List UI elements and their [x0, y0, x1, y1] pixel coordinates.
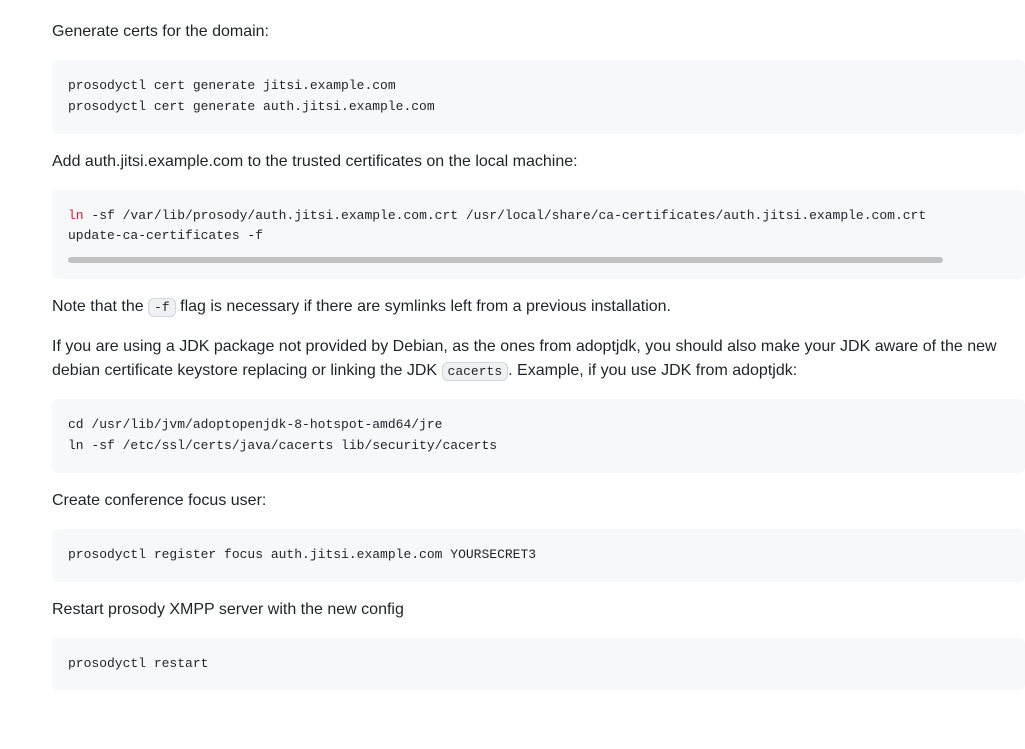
inline-code: cacerts: [442, 362, 509, 381]
code-block: prosodyctl cert generate jitsi.example.c…: [52, 60, 1025, 134]
code-content: prosodyctl cert generate jitsi.example.c…: [68, 76, 1009, 118]
inline-code: -f: [148, 298, 176, 317]
code-block: cd /usr/lib/jvm/adoptopenjdk-8-hotspot-a…: [52, 399, 1025, 473]
code-block: ln -sf /var/lib/prosody/auth.jitsi.examp…: [52, 190, 1025, 280]
paragraph: If you are using a JDK package not provi…: [52, 335, 1025, 383]
text: Note that the: [52, 298, 148, 315]
paragraph: Restart prosody XMPP server with the new…: [52, 598, 1025, 622]
code-content: ln -sf /var/lib/prosody/auth.jitsi.examp…: [68, 206, 1009, 248]
code-block: prosodyctl restart: [52, 638, 1025, 691]
code-content: cd /usr/lib/jvm/adoptopenjdk-8-hotspot-a…: [68, 415, 1009, 457]
text: flag is necessary if there are symlinks …: [176, 298, 671, 315]
paragraph: Note that the -f flag is necessary if th…: [52, 295, 1025, 319]
paragraph: Create conference focus user:: [52, 489, 1025, 513]
paragraph: Generate certs for the domain:: [52, 20, 1025, 44]
code-content: prosodyctl register focus auth.jitsi.exa…: [68, 545, 1009, 566]
code-block: prosodyctl register focus auth.jitsi.exa…: [52, 529, 1025, 582]
code-text: -sf /var/lib/prosody/auth.jitsi.example.…: [68, 208, 926, 244]
code-content: prosodyctl restart: [68, 654, 1009, 675]
code-keyword: ln: [68, 208, 84, 223]
paragraph: Add auth.jitsi.example.com to the truste…: [52, 150, 1025, 174]
text: . Example, if you use JDK from adoptjdk:: [508, 362, 797, 379]
